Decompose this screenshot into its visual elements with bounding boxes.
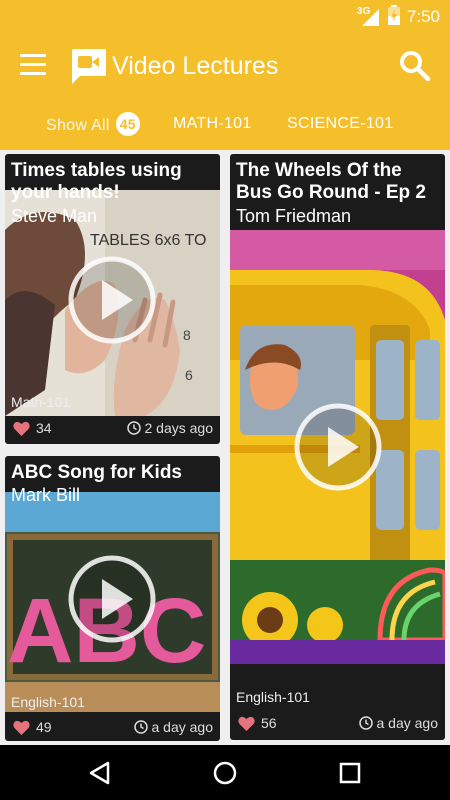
tab-bar: Show All 45 MATH-101 SCIENCE-101 (0, 100, 450, 150)
like-button[interactable]: 56 (238, 715, 277, 731)
recents-icon[interactable] (336, 759, 364, 787)
video-card[interactable]: TABLES 6x6 TO 8 6 Times tables using you… (5, 154, 220, 444)
like-button[interactable]: 49 (13, 719, 52, 735)
svg-text:6: 6 (185, 367, 193, 383)
count-badge: 45 (115, 112, 140, 136)
clock-icon (126, 421, 141, 435)
play-button[interactable] (67, 255, 157, 345)
heart-icon (13, 720, 30, 735)
video-title: The Wheels Of the Bus Go Round - Ep 2 (236, 160, 426, 203)
play-button[interactable] (67, 554, 157, 644)
clock: 7:50 (406, 7, 440, 26)
like-count: 34 (36, 420, 52, 436)
system-nav-bar (0, 745, 450, 800)
course-label: English-101 (11, 694, 85, 710)
video-author: Steve Man (11, 206, 98, 226)
video-title: ABC Song for Kids (11, 462, 182, 483)
course-label: Math-101 (11, 394, 71, 410)
battery-icon (387, 4, 400, 30)
video-title: Times tables using your hands! (11, 160, 182, 203)
app-bar: Video Lectures (0, 34, 450, 100)
tab-math-101[interactable]: MATH-101 (173, 115, 252, 133)
svg-text:8: 8 (183, 327, 191, 343)
hamburger-menu-icon[interactable] (20, 54, 50, 80)
like-button[interactable]: 34 (13, 420, 52, 436)
search-icon[interactable] (396, 48, 432, 84)
time-label: 2 days ago (144, 420, 214, 436)
video-card[interactable]: The Wheels Of the Bus Go Round - Ep 2 To… (230, 154, 445, 740)
status-bar: 3G 7:50 (0, 0, 450, 34)
app-title: Video Lectures (112, 52, 279, 80)
upload-time: a day ago (133, 719, 214, 735)
video-camera-icon (68, 46, 108, 86)
video-author: Mark Bill (11, 485, 81, 505)
network-type: 3G (356, 6, 371, 17)
course-label: English-101 (236, 689, 310, 705)
play-button[interactable] (293, 402, 383, 492)
video-thumbnail: ABC (5, 492, 220, 712)
back-icon[interactable] (86, 759, 114, 787)
heart-icon (238, 716, 255, 731)
upload-time: 2 days ago (126, 420, 214, 436)
video-author: Tom Friedman (236, 206, 352, 226)
tab-show-all[interactable]: Show All 45 (46, 112, 140, 136)
whiteboard-text: TABLES 6x6 TO (90, 232, 207, 249)
tab-science-101[interactable]: SCIENCE-101 (287, 115, 393, 133)
heart-icon (13, 421, 30, 436)
clock-icon (358, 716, 373, 730)
status-icons: 3G 7:50 (356, 4, 440, 30)
clock-icon (133, 720, 148, 734)
time-label: a day ago (151, 719, 214, 735)
upload-time: a day ago (358, 715, 439, 731)
like-count: 49 (36, 719, 52, 735)
video-card[interactable]: ABC ABC Song for Kids Mark Bill English-… (5, 456, 220, 741)
time-label: a day ago (376, 715, 439, 731)
tab-show-all-label: Show All (46, 116, 110, 134)
home-icon[interactable] (211, 759, 239, 787)
like-count: 56 (261, 715, 277, 731)
video-thumbnail (230, 230, 445, 664)
cell-signal-icon: 3G (356, 6, 381, 27)
